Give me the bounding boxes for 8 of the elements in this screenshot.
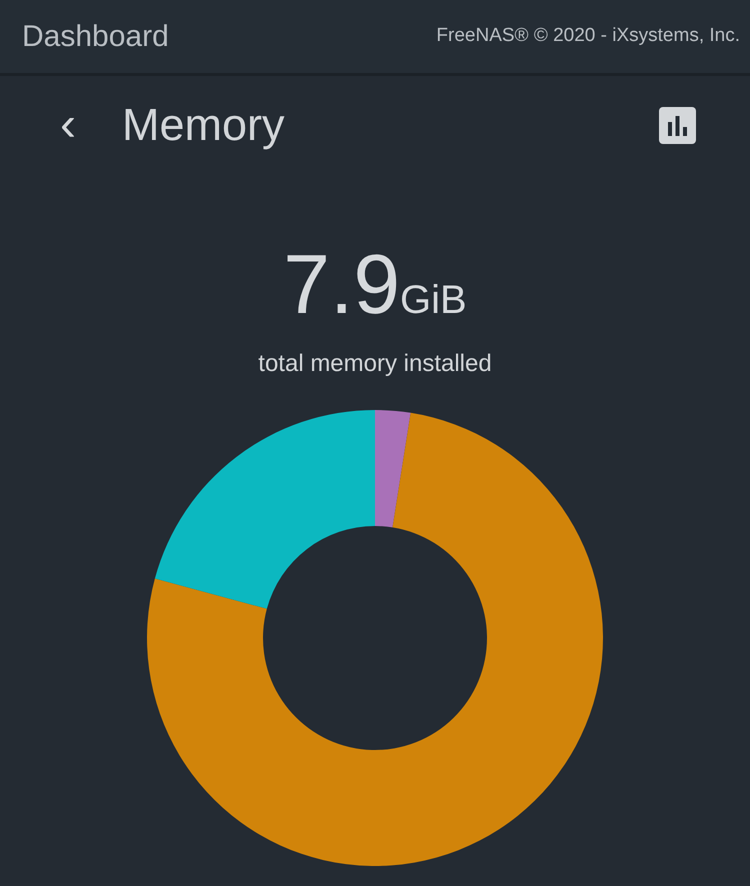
memory-caption: total memory installed <box>258 350 492 377</box>
copyright-text: FreeNAS® © 2020 - iXsystems, Inc. <box>436 24 740 48</box>
card-title: Memory <box>122 98 286 152</box>
back-button[interactable]: ‹ <box>52 101 84 149</box>
memory-unit: GiB <box>400 277 467 324</box>
total-memory-value: 7.9 <box>283 242 400 326</box>
chart-toggle-button[interactable] <box>659 106 696 144</box>
page-title: Dashboard <box>22 19 169 55</box>
